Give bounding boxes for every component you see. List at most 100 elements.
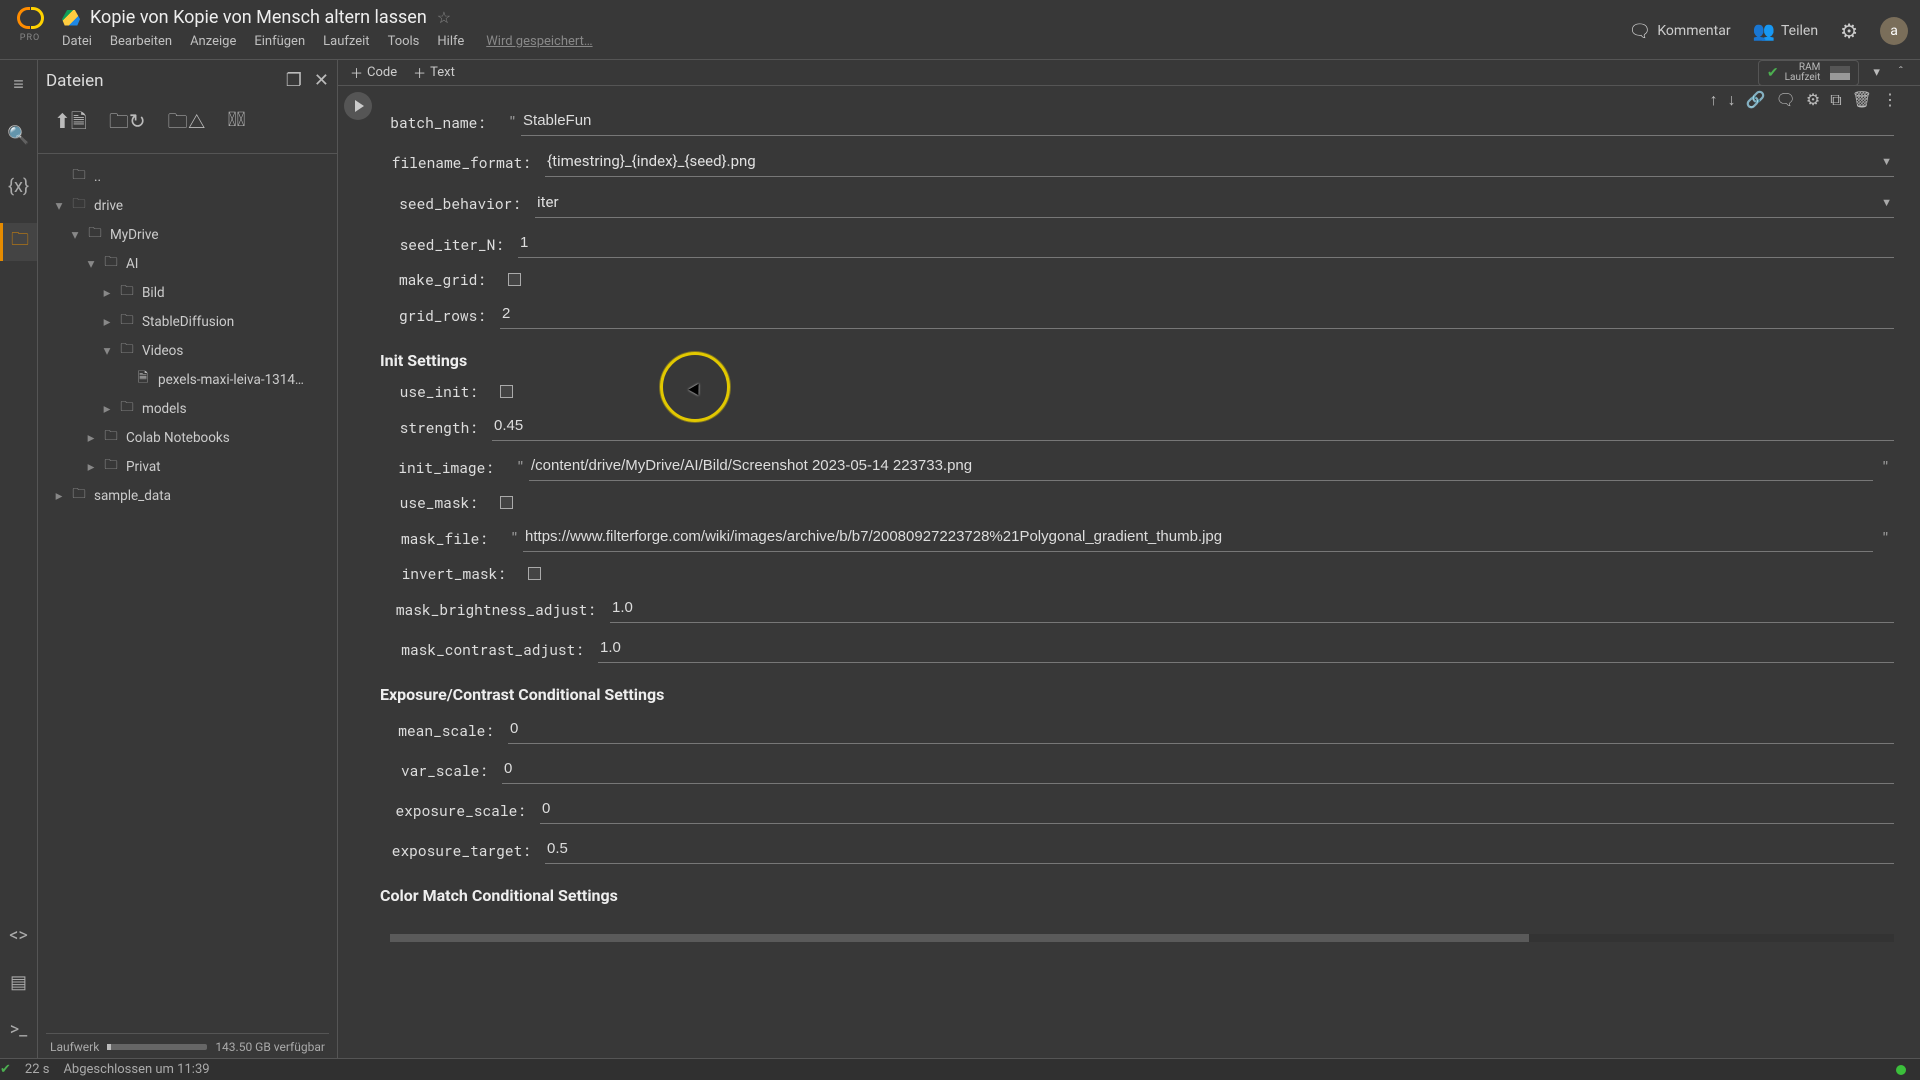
init-image-input[interactable]	[529, 453, 1873, 481]
share-button[interactable]: 👥 Teilen	[1753, 21, 1819, 42]
tree-stable[interactable]: ▸StableDiffusion	[46, 307, 329, 336]
mirror-icon[interactable]: ⧉	[1830, 90, 1841, 110]
rail-variables-icon[interactable]: {x}	[0, 172, 37, 201]
menu-datei[interactable]: Datei	[62, 34, 92, 49]
link-icon[interactable]: 🔗	[1746, 90, 1766, 110]
seed-behavior-select[interactable]: iter ▼	[535, 189, 1894, 218]
mask-contrast-input[interactable]	[598, 635, 1894, 663]
use-init-label: use_init:	[390, 382, 492, 401]
tree-videos[interactable]: ▾Videos	[46, 336, 329, 365]
tree-colabnb[interactable]: ▸Colab Notebooks	[46, 423, 329, 452]
comment-button[interactable]: 🗨 Kommentar	[1628, 21, 1730, 42]
rail-search-icon[interactable]: 🔍	[0, 121, 37, 150]
rail-files-icon[interactable]: 🗀	[0, 223, 37, 261]
delete-cell-icon[interactable]: 🗑	[1852, 90, 1872, 110]
disk-usage: Laufwerk 143.50 GB verfügbar	[46, 1033, 329, 1054]
exposure-target-label: exposure_target:	[390, 841, 545, 860]
refresh-icon[interactable]: 🗀↻	[109, 107, 146, 141]
upload-icon[interactable]: ⬆🗎	[54, 107, 87, 141]
tree-drive[interactable]: ▾drive	[46, 191, 329, 220]
status-dot-icon	[1896, 1065, 1906, 1075]
new-window-icon[interactable]: ❐	[286, 70, 302, 91]
comment-cell-icon[interactable]: 🗨	[1776, 90, 1796, 110]
chevron-down-icon: ▼	[1881, 196, 1892, 209]
grid-rows-label: grid_rows:	[390, 306, 500, 325]
invert-mask-label: invert_mask:	[390, 564, 520, 583]
invert-mask-checkbox[interactable]	[528, 567, 541, 580]
menu-hilfe[interactable]: Hilfe	[437, 34, 464, 49]
add-text-button[interactable]: ＋Text	[413, 63, 455, 82]
saving-status: Wird gespeichert…	[486, 34, 592, 49]
document-title[interactable]: Kopie von Kopie von Mensch altern lassen	[90, 7, 427, 28]
rail-command-icon[interactable]: ▤	[9, 968, 28, 997]
collapse-icon[interactable]: ˆ	[1894, 63, 1908, 82]
move-up-icon[interactable]: ↑	[1710, 90, 1718, 110]
filename-format-select[interactable]: {timestring}_{index}_{seed}.png ▼	[545, 148, 1894, 177]
close-icon[interactable]: ✕	[314, 70, 329, 91]
batch-name-input[interactable]	[521, 108, 1894, 136]
tree-bild[interactable]: ▸Bild	[46, 278, 329, 307]
chevron-down-icon: ▼	[1881, 155, 1892, 168]
exposure-scale-input[interactable]	[540, 796, 1894, 824]
rail-terminal-icon[interactable]: >_	[9, 1015, 28, 1044]
share-icon: 👥	[1753, 21, 1775, 42]
files-title: Dateien	[46, 71, 104, 91]
make-grid-label: make_grid:	[390, 270, 500, 289]
menu-tools[interactable]: Tools	[388, 34, 420, 49]
toggle-hidden-icon[interactable]: 👁⃠	[228, 107, 246, 141]
batch-name-label: batch_name:	[390, 113, 500, 132]
use-init-checkbox[interactable]	[500, 385, 513, 398]
tree-mydrive[interactable]: ▾MyDrive	[46, 220, 329, 249]
comment-icon: 🗨	[1628, 21, 1651, 42]
init-image-label: init_image:	[390, 458, 508, 477]
mask-brightness-input[interactable]	[610, 595, 1894, 623]
notebook-toolbar: ＋Code ＋Text ✔ RAM Laufzeit ▾ ˆ	[338, 60, 1920, 86]
connection-dropdown-icon[interactable]: ▾	[1869, 63, 1884, 82]
seed-iter-n-label: seed_iter_N:	[390, 235, 518, 254]
status-message: Abgeschlossen um 11:39	[63, 1062, 209, 1077]
tree-models[interactable]: ▸models	[46, 394, 329, 423]
tree-sample[interactable]: ▸sample_data	[46, 481, 329, 510]
strength-input[interactable]	[492, 413, 1894, 441]
exposure-target-input[interactable]	[545, 836, 1894, 864]
settings-cell-icon[interactable]: ⚙	[1806, 90, 1820, 110]
horizontal-scrollbar[interactable]	[338, 931, 1920, 945]
move-down-icon[interactable]: ↓	[1728, 90, 1736, 110]
resource-bars-icon	[1830, 66, 1850, 80]
tree-video-file[interactable]: pexels-maxi-leiva-1314…	[46, 365, 329, 394]
quote-icon: "	[508, 457, 529, 477]
disk-label: Laufwerk	[50, 1040, 99, 1054]
seed-behavior-label: seed_behavior:	[390, 194, 535, 213]
menu-anzeige[interactable]: Anzeige	[190, 34, 236, 49]
mount-drive-icon[interactable]: 🗀△	[168, 107, 206, 141]
tree-ai[interactable]: ▾AI	[46, 249, 329, 278]
colab-logo[interactable]: PRO	[12, 5, 48, 43]
mean-scale-input[interactable]	[508, 716, 1894, 744]
star-icon[interactable]: ☆	[437, 8, 451, 27]
use-mask-checkbox[interactable]	[500, 496, 513, 509]
run-button[interactable]	[344, 92, 372, 120]
avatar[interactable]: a	[1880, 17, 1908, 45]
tree-privat[interactable]: ▸Privat	[46, 452, 329, 481]
menu-bearbeiten[interactable]: Bearbeiten	[110, 34, 172, 49]
var-scale-input[interactable]	[502, 756, 1894, 784]
mask-file-input[interactable]	[523, 524, 1873, 552]
mask-brightness-label: mask_brightness_adjust:	[390, 600, 610, 619]
seed-iter-n-input[interactable]	[518, 230, 1894, 258]
more-icon[interactable]: ⋮	[1882, 90, 1898, 110]
status-bar: ✔ 22 s Abgeschlossen um 11:39	[0, 1058, 1920, 1080]
exposure-settings-heading: Exposure/Contrast Conditional Settings	[380, 685, 1894, 704]
rail-code-icon[interactable]: <>	[9, 921, 28, 950]
menu-einfuegen[interactable]: Einfügen	[254, 34, 305, 49]
gear-icon[interactable]: ⚙	[1840, 19, 1858, 43]
check-icon: ✔	[0, 1062, 11, 1077]
menu-laufzeit[interactable]: Laufzeit	[323, 34, 369, 49]
grid-rows-input[interactable]	[500, 301, 1894, 329]
status-seconds: 22 s	[25, 1062, 50, 1077]
tree-root[interactable]: ..	[46, 162, 329, 191]
make-grid-checkbox[interactable]	[508, 273, 521, 286]
connection-status[interactable]: ✔ RAM Laufzeit	[1758, 60, 1859, 86]
rail-toc-icon[interactable]: ≡	[0, 70, 37, 99]
add-code-button[interactable]: ＋Code	[350, 63, 397, 82]
quote-icon: "	[500, 112, 521, 132]
